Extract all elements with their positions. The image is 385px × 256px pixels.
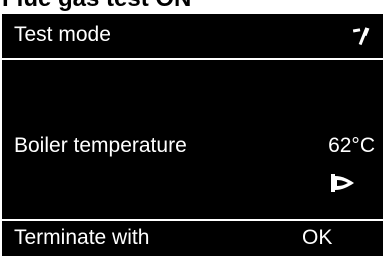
- terminate-prompt: Terminate with: [14, 226, 150, 249]
- title-divider: [2, 58, 383, 60]
- document-heading: Flue gas test ON: [2, 0, 191, 11]
- flame-icon: [331, 174, 354, 192]
- title-bar: Test mode: [2, 14, 383, 58]
- screen-title: Test mode: [14, 23, 111, 46]
- footer-bar: Terminate with OK: [2, 221, 383, 256]
- wrench-icon: [352, 27, 370, 46]
- page: Flue gas test ON Test mode Boiler temper…: [0, 0, 385, 256]
- boiler-temperature-value: 62°C: [328, 134, 375, 157]
- boiler-temperature-label: Boiler temperature: [14, 134, 187, 157]
- display-screen: Test mode Boiler temperature 62°C Termin…: [2, 14, 383, 256]
- ok-button[interactable]: OK: [302, 225, 332, 251]
- boiler-temperature-row: Boiler temperature 62°C: [2, 132, 383, 160]
